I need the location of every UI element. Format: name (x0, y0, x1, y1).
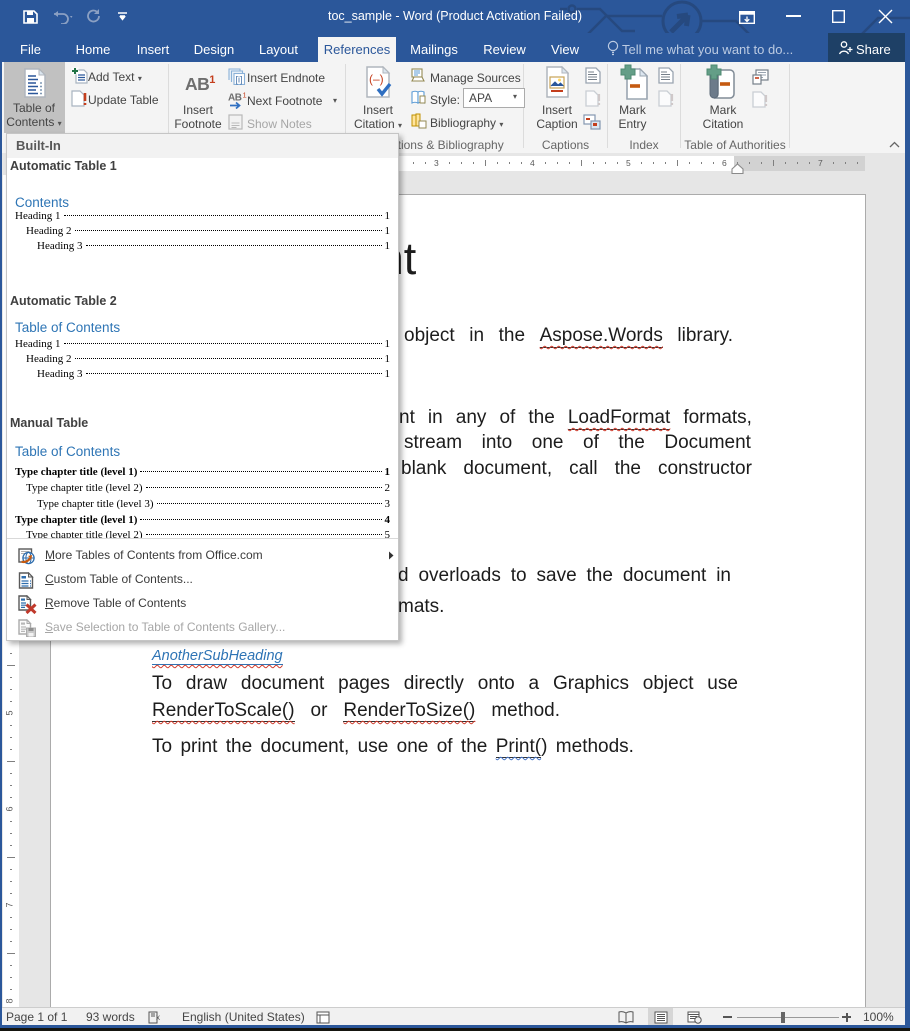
svg-text:x: x (156, 1013, 160, 1022)
svg-text:AB: AB (228, 93, 242, 104)
svg-text:[i]: [i] (236, 75, 243, 85)
svg-text:(–): (–) (369, 72, 384, 86)
